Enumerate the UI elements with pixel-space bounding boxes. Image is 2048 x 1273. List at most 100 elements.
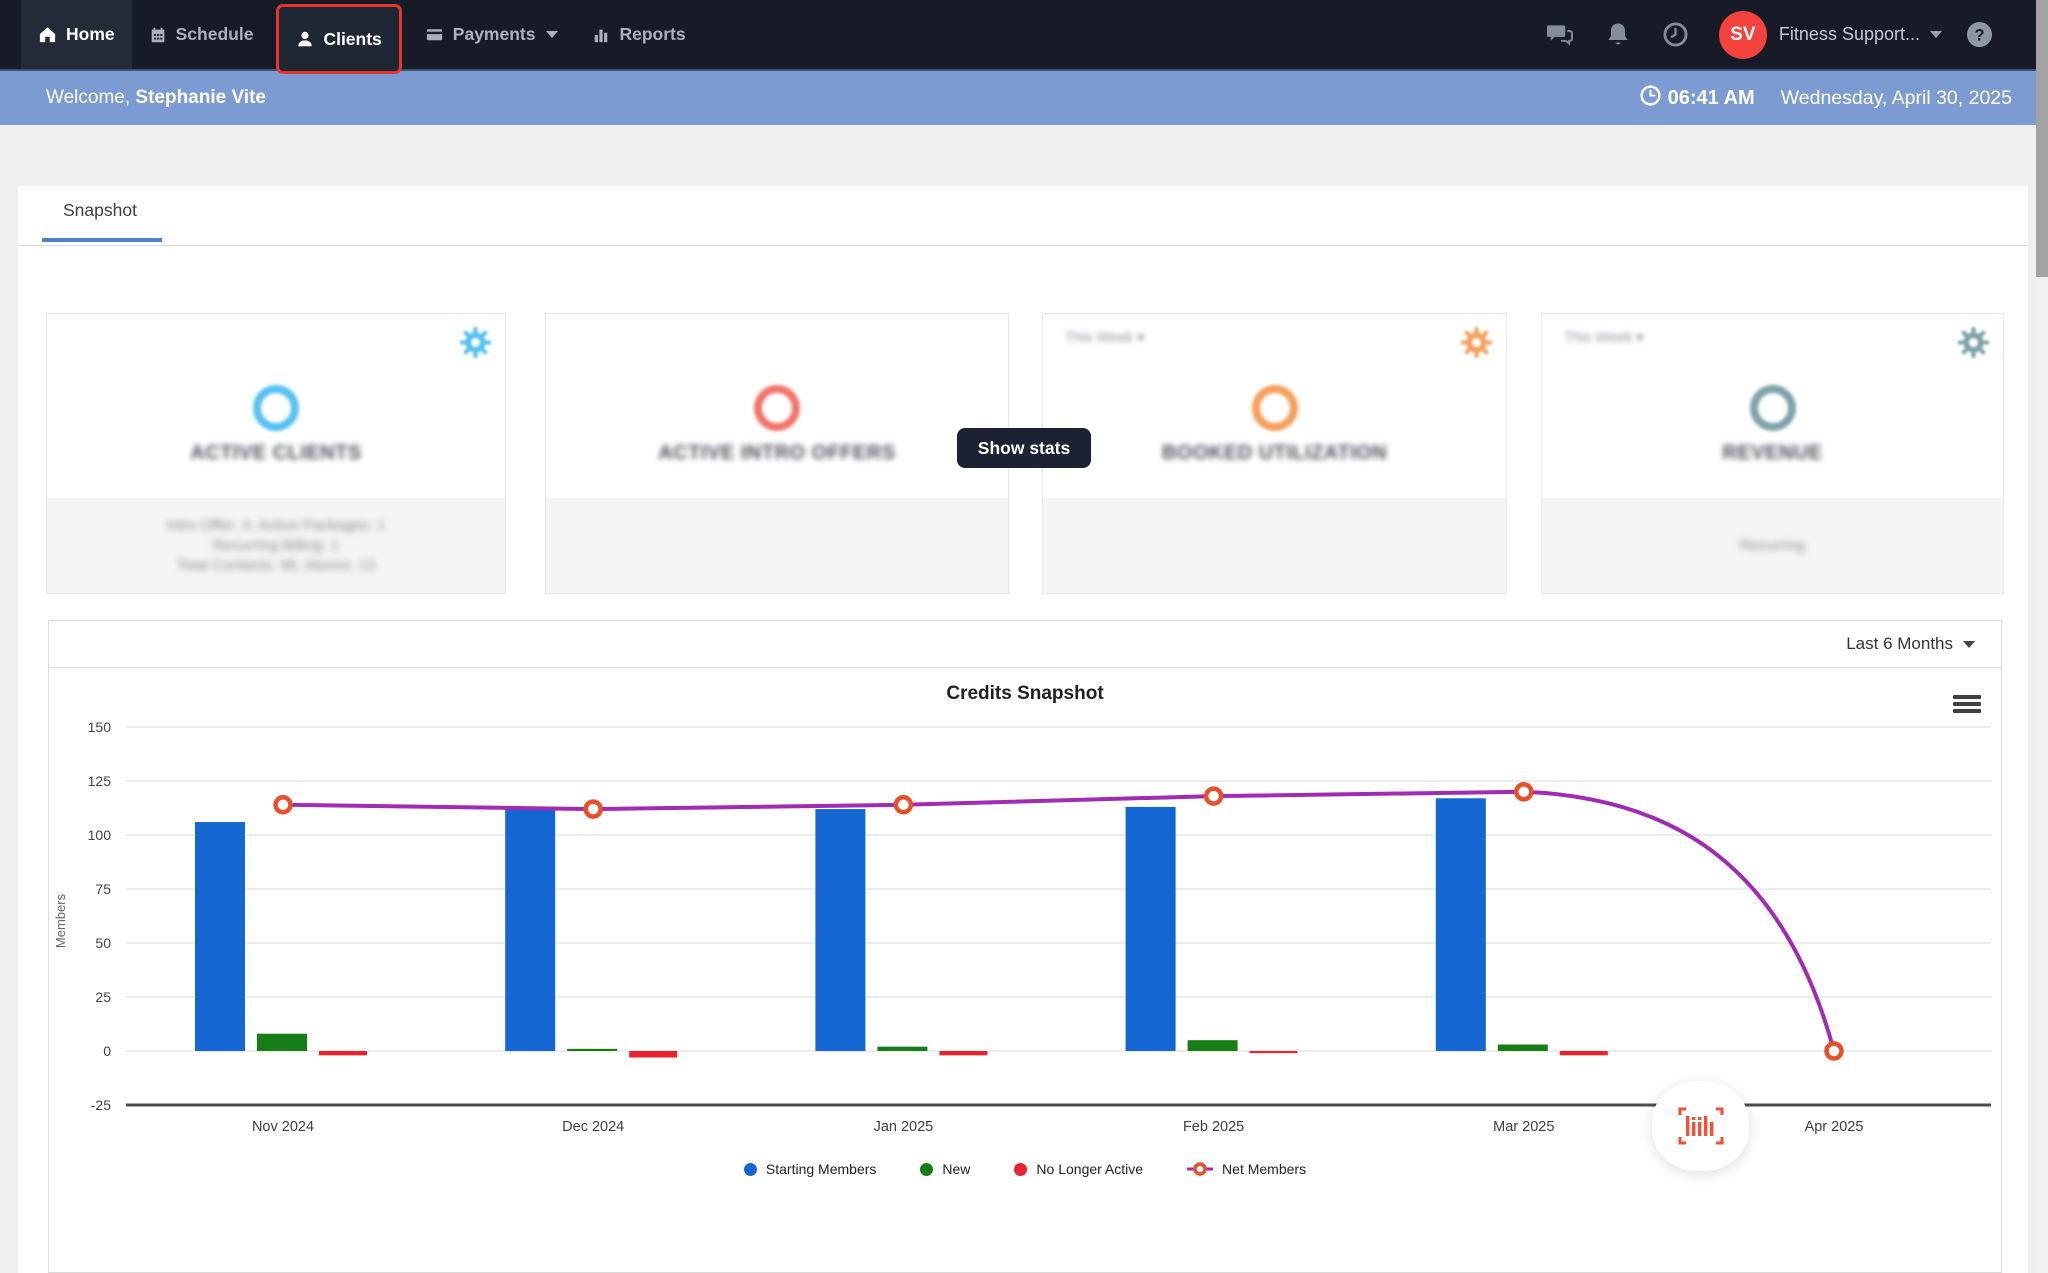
- revenue-gear-icon[interactable]: [1958, 327, 1989, 358]
- chart-bar: [1125, 806, 1176, 1051]
- active-clients-footer-line: Recurring Billing: 1: [213, 537, 339, 554]
- current-time: 06:41 AM: [1640, 84, 1755, 112]
- current-date: Wednesday, April 30, 2025: [1780, 86, 2012, 109]
- top-navbar: Home Schedule Clients Payments Reports S…: [0, 0, 2048, 74]
- active-intro-offers-card: ACTIVE INTRO OFFERS: [545, 313, 1009, 594]
- x-tick-label: Feb 2025: [1183, 1119, 1244, 1135]
- legend-dot-icon: [920, 1162, 934, 1176]
- legend-line-marker-icon: [1187, 1162, 1214, 1176]
- booked-utilization-gear-icon[interactable]: [1461, 327, 1492, 358]
- booked-utilization-card: This Week ▾ BOOKED UTILIZATION: [1042, 313, 1507, 594]
- x-tick-label: Mar 2025: [1493, 1119, 1554, 1135]
- show-stats-button[interactable]: Show stats: [957, 428, 1091, 468]
- bar-chart-icon: [592, 26, 610, 44]
- booked-utilization-title: BOOKED UTILIZATION: [1161, 442, 1388, 464]
- legend-dot-icon: [743, 1162, 757, 1176]
- legend-item: New: [920, 1161, 970, 1177]
- bell-icon[interactable]: [1589, 0, 1647, 69]
- avatar[interactable]: SV: [1718, 10, 1767, 59]
- revenue-ring-icon: [1749, 385, 1796, 431]
- x-tick-label: Apr 2025: [1805, 1119, 1864, 1135]
- revenue-footer-line: Recurring: [1739, 537, 1806, 554]
- navbar-items: Home Schedule Clients Payments Reports: [0, 0, 703, 74]
- chat-icon[interactable]: [1531, 0, 1589, 69]
- legend-item: No Longer Active: [1014, 1161, 1143, 1177]
- legend-label: Starting Members: [765, 1161, 877, 1177]
- page-scrollbar-track: [2036, 0, 2048, 1273]
- active-intro-offers-title: ACTIVE INTRO OFFERS: [658, 442, 896, 464]
- chart-bar: [505, 809, 556, 1051]
- account-name-label: Fitness Support...: [1778, 24, 1920, 44]
- chart-bar: [567, 1048, 618, 1051]
- chart-bar: [195, 822, 245, 1051]
- chevron-down-icon: [1963, 640, 1975, 648]
- clock-icon[interactable]: [1647, 0, 1705, 69]
- active-clients-title: ACTIVE CLIENTS: [190, 442, 362, 464]
- net-members-marker: [893, 795, 914, 815]
- active-intro-offers-ring-icon: [754, 385, 800, 431]
- net-members-marker: [273, 795, 293, 815]
- y-tick-label: 50: [95, 935, 111, 951]
- credits-snapshot-card: Last 6 Months Credits Snapshot 150 125 100…: [48, 620, 2002, 1273]
- tab-row-divider: [18, 245, 2028, 246]
- barcode-logo-icon: [1678, 1107, 1723, 1145]
- nav-item-home-label: Home: [66, 24, 115, 44]
- legend-label: No Longer Active: [1036, 1161, 1144, 1177]
- legend-label: Net Members: [1222, 1161, 1307, 1177]
- nav-item-schedule[interactable]: Schedule: [132, 0, 271, 69]
- chart-bar: [1187, 1040, 1238, 1051]
- account-dropdown[interactable]: Fitness Support...: [1779, 24, 1942, 45]
- legend-label: New: [942, 1161, 971, 1177]
- navbar-right-cluster: SV Fitness Support... ?: [1531, 0, 2048, 69]
- user-name: Stephanie Vite: [135, 87, 266, 108]
- tab-snapshot[interactable]: Snapshot: [63, 200, 137, 221]
- y-tick-label: 125: [88, 773, 112, 789]
- chevron-down-icon: [546, 31, 559, 38]
- active-intro-offers-footer: [546, 498, 1008, 593]
- active-clients-gear-icon[interactable]: [460, 327, 491, 358]
- svg-text:?: ?: [1974, 26, 1984, 44]
- y-tick-label: 75: [95, 881, 111, 897]
- nav-item-home[interactable]: Home: [21, 0, 132, 69]
- chart-bar: [319, 1051, 367, 1056]
- legend-dot-icon: [1014, 1162, 1028, 1176]
- booked-utilization-footer: [1043, 498, 1506, 593]
- nav-item-payments[interactable]: Payments: [408, 0, 576, 69]
- net-members-marker: [1514, 782, 1534, 802]
- chart-bar: [1249, 1051, 1298, 1054]
- nav-item-reports-label: Reports: [619, 24, 686, 44]
- nav-item-reports[interactable]: Reports: [575, 0, 702, 69]
- help-icon[interactable]: ?: [1950, 0, 2008, 69]
- active-clients-footer-line: Total Contacts: 96, Alumni: 13: [176, 557, 376, 574]
- active-clients-card: ACTIVE CLIENTS Intro Offer: 4, Active Pac…: [46, 313, 506, 594]
- loading-brand-spinner: [1652, 1081, 1749, 1171]
- y-tick-label: 100: [88, 827, 112, 843]
- nav-item-schedule-label: Schedule: [175, 24, 254, 44]
- active-clients-ring-icon: [253, 385, 299, 431]
- x-tick-label: Jan 2025: [874, 1119, 934, 1135]
- revenue-title: REVENUE: [1722, 442, 1823, 464]
- chart-bar: [877, 1046, 928, 1051]
- date-range-label: Last 6 Months: [1846, 634, 1953, 653]
- y-axis-title: Members: [53, 893, 68, 948]
- nav-item-clients[interactable]: Clients: [276, 4, 402, 74]
- page-scrollbar-thumb[interactable]: [2036, 0, 2048, 277]
- calendar-icon: [149, 26, 167, 44]
- person-icon: [296, 30, 314, 48]
- revenue-period-dropdown[interactable]: This Week ▾: [1564, 330, 1644, 346]
- y-tick-label: 0: [103, 1043, 111, 1059]
- chart-bar: [257, 1033, 307, 1051]
- x-tick-label: Nov 2024: [252, 1119, 314, 1135]
- legend-item: Starting Members: [743, 1161, 877, 1177]
- y-tick-label: 25: [95, 989, 111, 1005]
- booked-utilization-period-dropdown[interactable]: This Week ▾: [1065, 330, 1145, 346]
- welcome-bar: Welcome, Stephanie Vite 06:41 AM Wednesd…: [0, 69, 2048, 125]
- chevron-down-icon: [1930, 31, 1942, 38]
- y-tick-label: 150: [88, 719, 112, 735]
- active-clients-footer: Intro Offer: 4, Active Packages: 1 Recurr…: [47, 498, 505, 593]
- chart-bar: [1435, 798, 1486, 1051]
- date-range-dropdown[interactable]: Last 6 Months: [1846, 634, 1975, 654]
- chart-bar: [815, 809, 866, 1051]
- legend-item: Net Members: [1187, 1161, 1306, 1177]
- credit-card-icon: [425, 25, 444, 44]
